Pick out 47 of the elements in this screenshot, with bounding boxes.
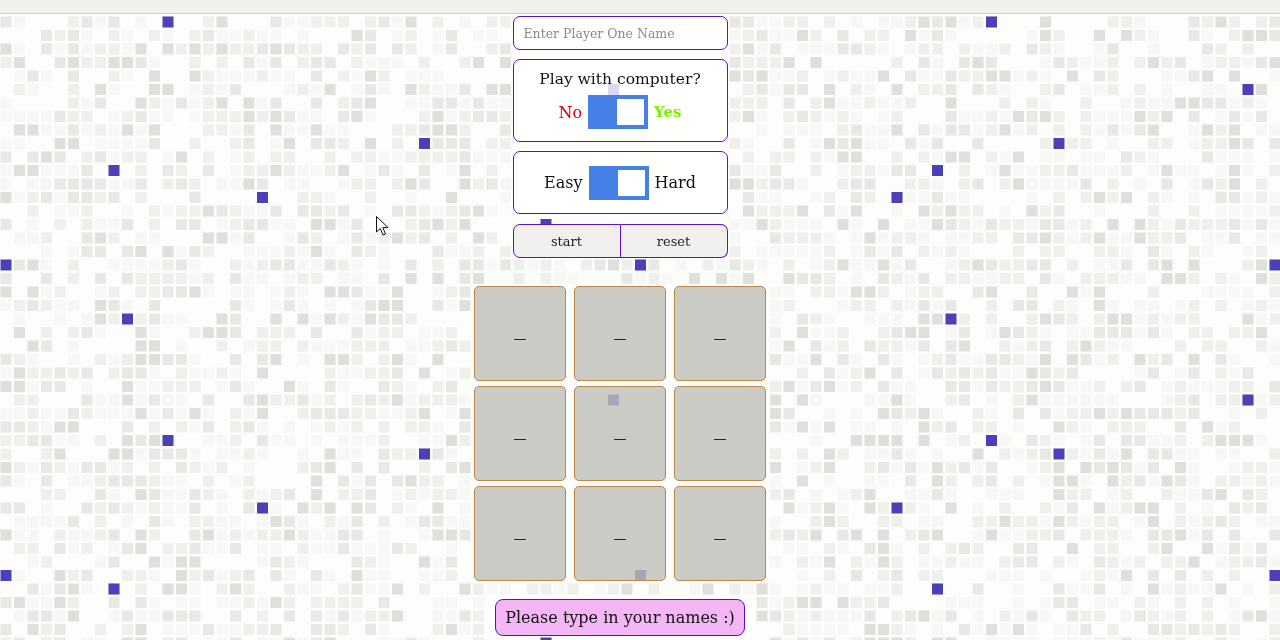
board-cell[interactable]: — — [574, 486, 666, 581]
accent-tile — [1053, 138, 1065, 149]
name-input[interactable]: Enter Player One Name — [512, 16, 728, 50]
board-cell[interactable]: — — [574, 386, 666, 481]
board-cell[interactable]: — — [474, 286, 566, 381]
board-cell[interactable]: — — [474, 386, 566, 481]
accent-tile — [419, 448, 430, 460]
accent-tile — [108, 165, 120, 176]
accent-tile — [122, 313, 133, 325]
accent-tile — [932, 165, 943, 176]
status-message: Please type in your names :) — [495, 599, 745, 636]
yes-label: Yes — [654, 103, 682, 121]
board-cell[interactable]: — — [674, 286, 766, 381]
accent-tile — [0, 570, 12, 581]
accent-tile — [1242, 394, 1254, 406]
accent-tile — [162, 16, 174, 28]
tile-mosaic-drawing — [756, 597, 768, 622]
mouse-pointer-icon — [376, 216, 389, 236]
board-cell[interactable]: — — [474, 486, 566, 581]
accent-tile — [1269, 570, 1280, 581]
reset-button[interactable]: reset — [620, 224, 728, 258]
accent-tile — [257, 502, 268, 514]
board-cell[interactable]: — — [674, 386, 766, 481]
accent-tile — [891, 192, 903, 203]
accent-tile — [257, 192, 268, 203]
accent-tile — [162, 435, 174, 446]
start-button[interactable]: start — [512, 224, 621, 258]
accent-tile — [891, 502, 903, 514]
accent-tile — [986, 435, 997, 446]
accent-tile — [635, 259, 646, 271]
toggle-switch[interactable] — [588, 95, 649, 129]
board-cell[interactable]: — — [674, 486, 766, 581]
accent-tile — [1242, 84, 1254, 95]
no-label: No — [558, 102, 583, 122]
accent-tile — [108, 583, 120, 595]
accent-tile — [1269, 259, 1280, 271]
board-cell[interactable]: — — [574, 286, 666, 381]
accent-tile — [419, 138, 430, 149]
accent-tile — [945, 313, 957, 325]
easy-label: Easy — [544, 173, 583, 192]
accent-tile — [0, 259, 12, 271]
accent-tile — [1053, 448, 1065, 460]
question-label: Play with computer? — [539, 69, 701, 90]
accent-tile — [932, 583, 943, 595]
hard-label: Hard — [654, 173, 696, 192]
accent-tile — [986, 16, 997, 28]
toggle-switch[interactable] — [588, 165, 649, 200]
